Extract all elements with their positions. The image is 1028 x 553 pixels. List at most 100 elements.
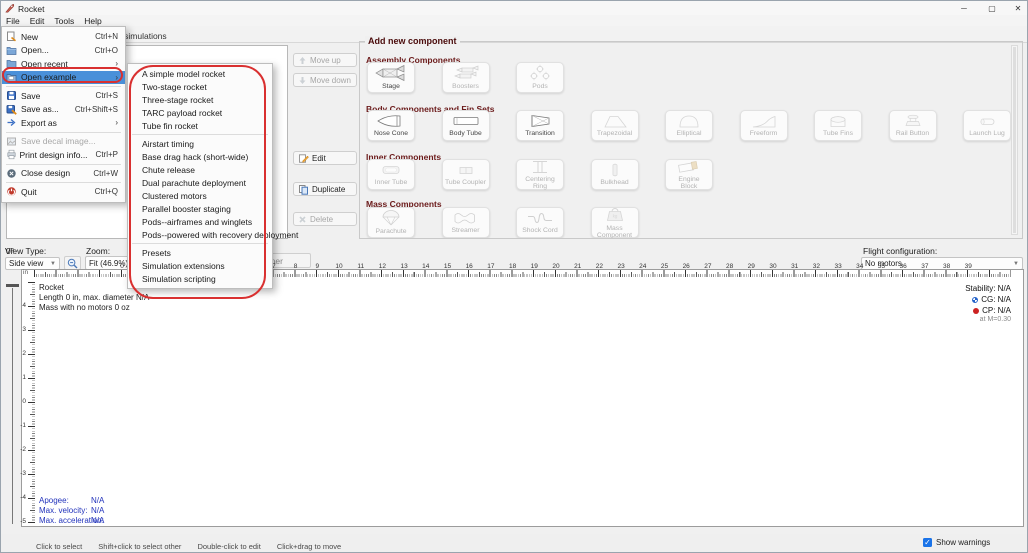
rotation-slider-track[interactable] — [12, 288, 13, 524]
tube-coupler-icon — [451, 162, 481, 178]
edit-button[interactable]: Edit — [293, 151, 357, 165]
svg-text:kg: kg — [612, 213, 617, 218]
engine-block-icon — [674, 159, 704, 175]
show-warnings-control[interactable]: ✓ Show warnings — [923, 538, 990, 547]
component-panel-scrollbar[interactable] — [1011, 45, 1018, 235]
duplicate-button[interactable]: Duplicate — [293, 182, 357, 196]
move-up-button[interactable]: Move up — [293, 53, 357, 67]
flight-stat-value: N/A — [91, 506, 104, 515]
rocket-figure-canvas[interactable] — [21, 269, 1024, 527]
component-button-label: CenteringRing — [525, 176, 554, 191]
file-menu-item-open[interactable]: Open...Ctrl+O — [2, 44, 125, 58]
minimize-button[interactable]: ─ — [955, 3, 973, 14]
file-menu-item-save-decal-image[interactable]: Save decal image... — [2, 135, 125, 149]
file-menu-item-save[interactable]: SaveCtrl+S — [2, 89, 125, 103]
example-submenu-item-two-stage-rocket[interactable]: Two-stage rocket — [128, 80, 272, 93]
h-ruler-label: 10 — [334, 263, 344, 270]
file-menu-item-new[interactable]: NewCtrl+N — [2, 30, 125, 44]
v-ruler-label: 2 — [15, 350, 26, 357]
menu-item-shortcut: Ctrl+O — [95, 46, 118, 55]
add-rail-button-button: Rail Button — [889, 110, 937, 141]
close-button[interactable]: ✕ — [1009, 3, 1027, 14]
scrollbar-thumb[interactable] — [1013, 47, 1016, 233]
h-ruler-label: 16 — [464, 263, 474, 270]
h-ruler-label: 38 — [942, 263, 952, 270]
menu-item-label: Simulation scripting — [142, 274, 216, 284]
cg-icon — [972, 297, 978, 303]
h-ruler-label: 36 — [898, 263, 908, 270]
file-menu-item-open-recent[interactable]: Open recent› — [2, 57, 125, 71]
example-submenu-item-tarc-payload-rocket[interactable]: TARC payload rocket — [128, 106, 272, 119]
menu-item-label: Close design — [21, 168, 85, 178]
example-submenu-item-airstart-timing[interactable]: Airstart timing — [128, 137, 272, 150]
example-submenu-item-a-simple-model-rocket[interactable]: A simple model rocket — [128, 67, 272, 80]
new-document-icon — [6, 31, 21, 42]
example-submenu-item-parallel-booster-staging[interactable]: Parallel booster staging — [128, 202, 272, 215]
example-submenu-item-clustered-motors[interactable]: Clustered motors — [128, 189, 272, 202]
freeform-fin-icon — [749, 113, 779, 129]
component-button-label: Stage — [382, 83, 400, 90]
cp-value: CP: N/A — [973, 306, 1011, 315]
component-button-label: Tube Fins — [823, 130, 853, 137]
file-menu-item-close-design[interactable]: Close designCtrl+W — [2, 167, 125, 181]
example-submenu-item-dual-parachute-deployment[interactable]: Dual parachute deployment — [128, 176, 272, 189]
file-menu-item-quit[interactable]: QuitCtrl+Q — [2, 185, 125, 199]
h-ruler-label: 14 — [421, 263, 431, 270]
hint-click-drag-to-move: Click+drag to move — [277, 542, 341, 551]
v-ruler-label: -1 — [15, 422, 26, 429]
component-button-label: Freeform — [750, 130, 778, 137]
centering-ring-icon — [525, 159, 555, 175]
menu-item-label: Clustered motors — [142, 191, 207, 201]
delete-button[interactable]: Delete — [293, 212, 357, 226]
component-button-label: Tube Coupler — [445, 179, 486, 186]
example-submenu-item-simulation-extensions[interactable]: Simulation extensions — [128, 259, 272, 272]
example-submenu-item-pods-powered-with-recovery-deployment[interactable]: Pods--powered with recovery deployment — [128, 228, 272, 241]
shock-cord-icon — [525, 210, 555, 226]
menu-item-label: Open example — [21, 72, 107, 82]
file-menu-separator — [6, 132, 121, 133]
component-button-label: MassComponent — [597, 225, 632, 239]
add-body-tube-button[interactable]: Body Tube — [442, 110, 490, 141]
file-menu-separator — [6, 86, 121, 87]
example-submenu-item-presets[interactable]: Presets — [128, 246, 272, 259]
add-stage-button[interactable]: Stage — [367, 62, 415, 93]
add-nose-cone-button[interactable]: Nose Cone — [367, 110, 415, 141]
example-submenu-item-chute-release[interactable]: Chute release — [128, 163, 272, 176]
file-menu-item-open-example[interactable]: Open example› — [2, 71, 125, 85]
v-ruler-major-ticks — [28, 282, 35, 523]
hint-shift-click-to-select-other: Shift+click to select other — [98, 542, 181, 551]
file-menu-item-export-as[interactable]: Export as› — [2, 116, 125, 130]
title-bar: Rocket ─ ▢ ✕ — [1, 1, 1027, 15]
v-ruler-label: -3 — [15, 470, 26, 477]
flight-stat-label: Apogee: — [39, 496, 69, 505]
rotation-angle-value: 0° — [6, 246, 14, 256]
file-menu-item-save-as[interactable]: Save as...Ctrl+Shift+S — [2, 103, 125, 117]
menu-item-label: Save as... — [21, 104, 67, 114]
add-trapezoidal-button: Trapezoidal — [591, 110, 639, 141]
h-ruler-label: 22 — [594, 263, 604, 270]
rotation-slider-handle[interactable] — [6, 284, 19, 287]
h-ruler-label: 24 — [638, 263, 648, 270]
menu-item-label: Three-stage rocket — [142, 95, 213, 105]
add-transition-button[interactable]: Transition — [516, 110, 564, 141]
h-ruler-label: 33 — [833, 263, 843, 270]
move-down-button[interactable]: Move down — [293, 73, 357, 87]
example-submenu-item-tube-fin-rocket[interactable]: Tube fin rocket — [128, 119, 272, 132]
rocket-mass-info: Mass with no motors 0 oz — [39, 303, 130, 312]
h-ruler-label: 26 — [681, 263, 691, 270]
menu-item-label: Open recent — [21, 59, 107, 69]
menu-item-label: Quit — [21, 187, 87, 197]
maximize-button[interactable]: ▢ — [983, 3, 1001, 14]
zoom-out-button[interactable] — [64, 256, 81, 270]
example-submenu-item-base-drag-hack-short-wide[interactable]: Base drag hack (short-wide) — [128, 150, 272, 163]
show-warnings-checkbox[interactable]: ✓ — [923, 538, 932, 547]
example-submenu-item-three-stage-rocket[interactable]: Three-stage rocket — [128, 93, 272, 106]
menu-item-label: Base drag hack (short-wide) — [142, 152, 248, 162]
hint-click-to-select: Click to select — [36, 542, 82, 551]
example-submenu-item-pods-airframes-and-winglets[interactable]: Pods--airframes and winglets — [128, 215, 272, 228]
example-submenu-item-simulation-scripting[interactable]: Simulation scripting — [128, 272, 272, 285]
menu-item-label: Two-stage rocket — [142, 82, 207, 92]
nose-cone-icon — [376, 113, 406, 129]
component-button-label: Body Tube — [449, 130, 482, 137]
file-menu-item-print-design-info[interactable]: Print design info...Ctrl+P — [2, 148, 125, 162]
